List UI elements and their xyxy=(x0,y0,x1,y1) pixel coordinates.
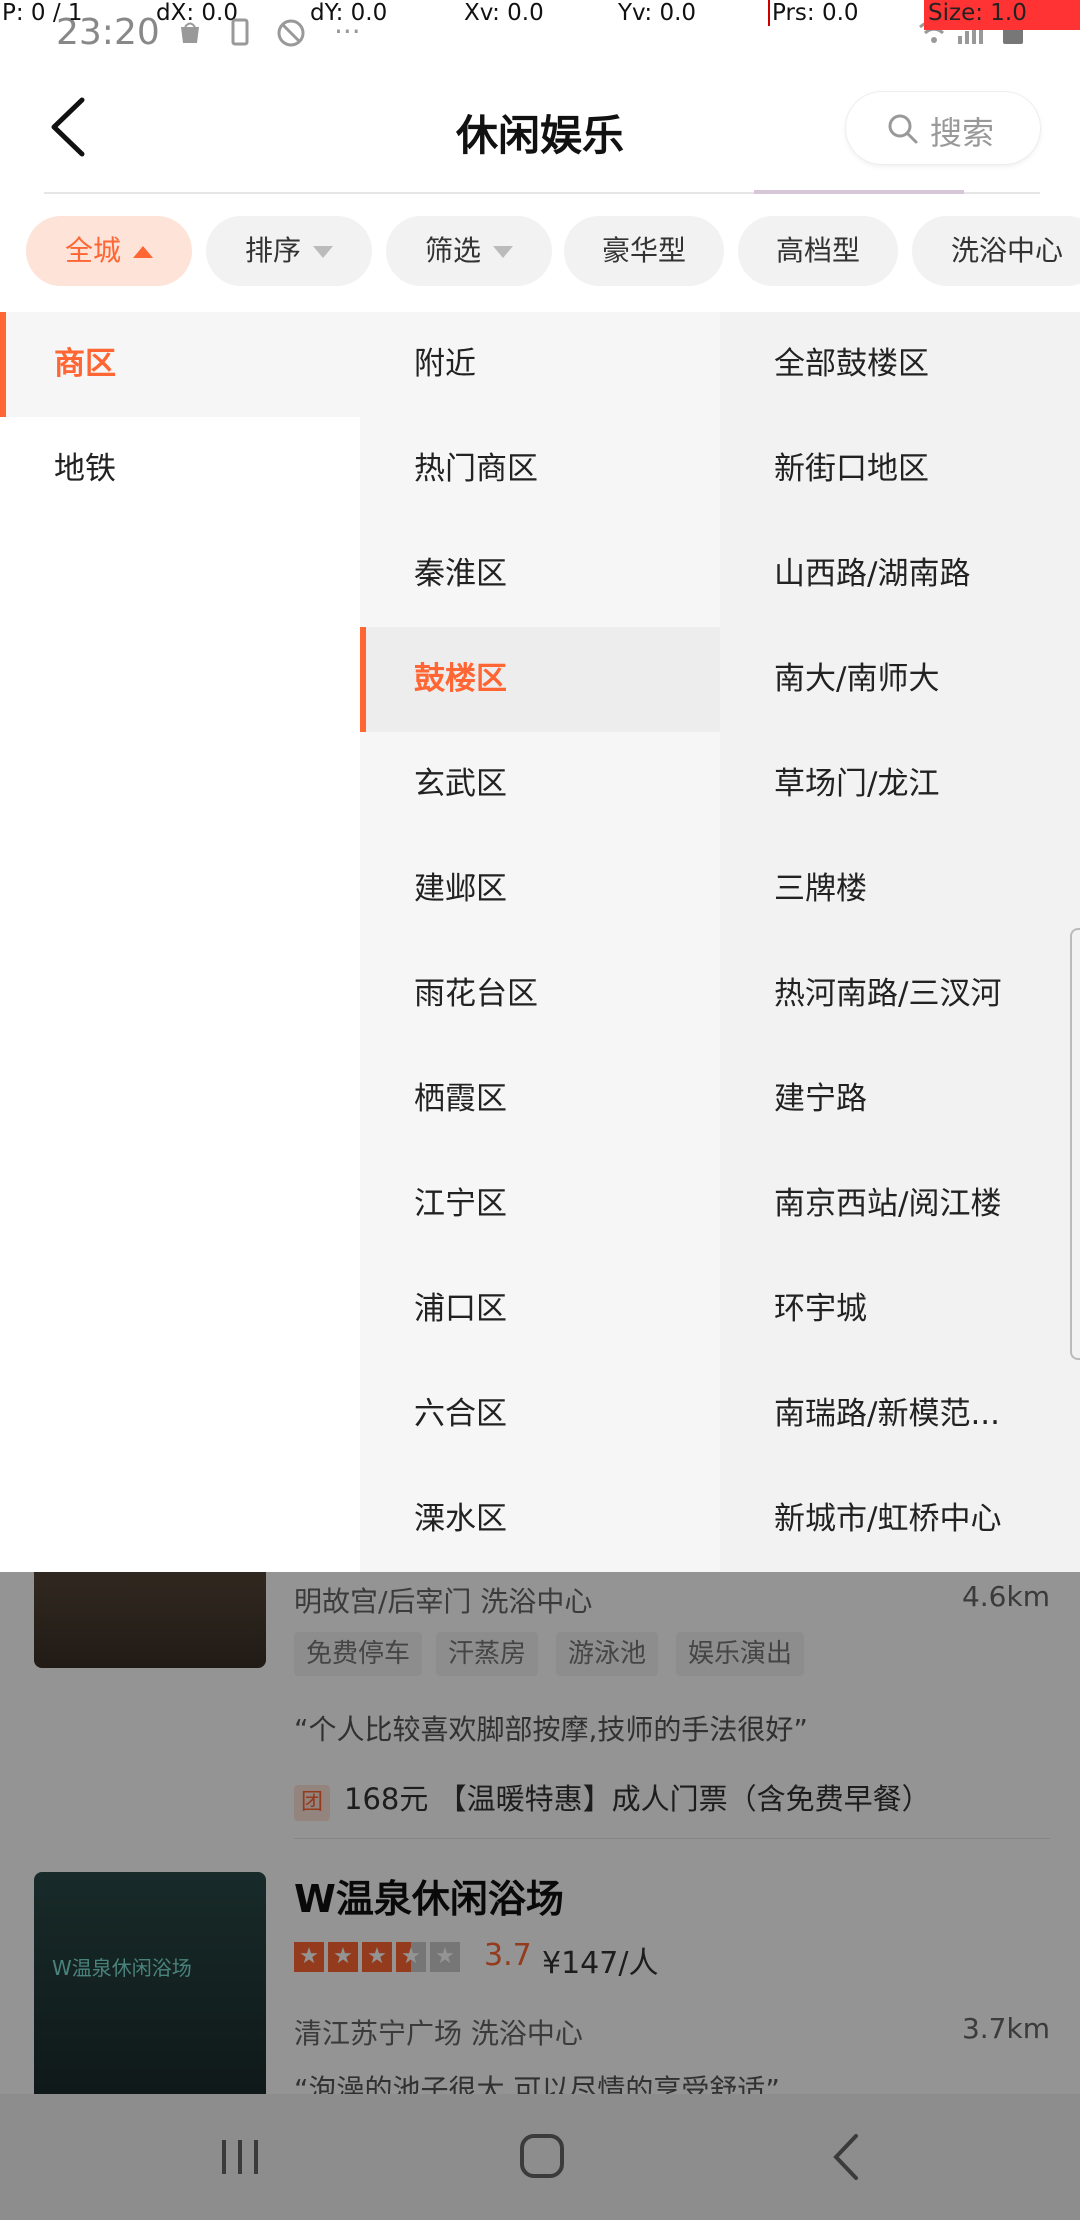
blocked-icon xyxy=(276,18,305,47)
district-item[interactable]: 附近 xyxy=(360,312,720,417)
selected-indicator xyxy=(360,627,366,732)
debug-pressure: Prs: 0.0 xyxy=(768,0,859,26)
caret-down-icon xyxy=(313,246,333,258)
item-label: 浦口区 xyxy=(414,1291,507,1327)
item-label: 南京西站/阅江楼 xyxy=(774,1186,1002,1222)
item-label: 建宁路 xyxy=(774,1081,867,1117)
status-bar: 23:20 P: 0 / 1 dX: 0.0 dY: 0.0 Xv: 0.0 Y… xyxy=(0,0,1080,60)
subarea-item[interactable]: 南大/南师大 xyxy=(720,627,1080,732)
subarea-item[interactable]: 三牌楼 xyxy=(720,837,1080,942)
caret-up-icon xyxy=(133,246,153,258)
area-type-column: 商区 地铁 xyxy=(0,312,360,1572)
item-label: 鼓楼区 xyxy=(414,661,507,697)
item-label: 热门商区 xyxy=(414,451,538,487)
district-item[interactable]: 浦口区 xyxy=(360,1257,720,1362)
subarea-item[interactable]: 山西路/湖南路 xyxy=(720,522,1080,627)
district-item[interactable]: 溧水区 xyxy=(360,1467,720,1572)
district-item[interactable]: 热门商区 xyxy=(360,417,720,522)
subarea-item[interactable]: 环宇城 xyxy=(720,1257,1080,1362)
subarea-item[interactable]: 热河南路/三汊河 xyxy=(720,942,1080,1047)
district-item[interactable]: 秦淮区 xyxy=(360,522,720,627)
subarea-item[interactable]: 南京西站/阅江楼 xyxy=(720,1152,1080,1257)
filter-chip-bath-center[interactable]: 洗浴中心 xyxy=(912,216,1080,286)
subarea-item[interactable]: 南瑞路/新模范... xyxy=(720,1362,1080,1467)
item-label: 草场门/龙江 xyxy=(774,766,940,802)
bucket-icon xyxy=(176,18,204,46)
debug-pointer: P: 0 / 1 xyxy=(2,0,83,26)
item-label: 玄武区 xyxy=(414,766,507,802)
item-label: 江宁区 xyxy=(414,1186,507,1222)
subarea-item[interactable]: 新街口地区 xyxy=(720,417,1080,522)
phone-icon xyxy=(226,18,254,46)
item-label: 栖霞区 xyxy=(414,1081,507,1117)
area-type-item[interactable]: 商区 xyxy=(0,312,360,417)
filter-chip-label: 排序 xyxy=(244,234,301,267)
item-label: 商区 xyxy=(54,346,116,382)
header-banner-edge xyxy=(754,190,964,194)
district-item[interactable]: 六合区 xyxy=(360,1362,720,1467)
filter-chip-label: 筛选 xyxy=(424,234,481,267)
debug-xv: Xv: 0.0 xyxy=(464,0,544,26)
subarea-item[interactable]: 全部鼓楼区 xyxy=(720,312,1080,417)
more-notifications-icon: ··· xyxy=(334,15,361,48)
nav-scrim xyxy=(0,2094,1080,2220)
filter-chip-sort[interactable]: 排序 xyxy=(206,216,372,286)
item-label: 热河南路/三汊河 xyxy=(774,976,1002,1012)
item-label: 山西路/湖南路 xyxy=(774,556,971,592)
subarea-item[interactable]: 建宁路 xyxy=(720,1047,1080,1152)
edge-panel-handle[interactable] xyxy=(1070,928,1080,1360)
filter-chip-label: 全城 xyxy=(64,234,121,267)
top-app-bar: 休闲娱乐 搜索 xyxy=(0,60,1080,190)
filter-chip-city[interactable]: 全城 xyxy=(26,216,192,286)
item-label: 南大/南师大 xyxy=(774,661,940,697)
item-label: 新街口地区 xyxy=(774,451,929,487)
filter-bar: 全城 排序 筛选 豪华型 高档型 洗浴中心 xyxy=(0,212,1080,290)
search-label: 搜索 xyxy=(930,114,995,152)
filter-chip-label: 洗浴中心 xyxy=(950,234,1063,267)
district-item[interactable]: 鼓楼区 xyxy=(360,627,720,732)
district-column: 附近热门商区秦淮区鼓楼区玄武区建邺区雨花台区栖霞区江宁区浦口区六合区溧水区 xyxy=(360,312,720,1572)
filter-chip-upscale[interactable]: 高档型 xyxy=(738,216,898,286)
area-dropdown-panel: 商区 地铁 附近热门商区秦淮区鼓楼区玄武区建邺区雨花台区栖霞区江宁区浦口区六合区… xyxy=(0,312,1080,1572)
item-label: 溧水区 xyxy=(414,1501,507,1537)
item-label: 新城市/虹桥中心 xyxy=(774,1501,1002,1537)
item-label: 环宇城 xyxy=(774,1291,867,1327)
subarea-item[interactable]: 草场门/龙江 xyxy=(720,732,1080,837)
filter-chip-label: 豪华型 xyxy=(601,234,686,267)
item-label: 附近 xyxy=(414,346,476,382)
item-label: 雨花台区 xyxy=(414,976,538,1012)
filter-chip-label: 高档型 xyxy=(775,234,860,267)
item-label: 南瑞路/新模范... xyxy=(774,1396,1001,1432)
system-navigation-bar xyxy=(0,2094,1080,2220)
item-label: 地铁 xyxy=(54,451,116,487)
item-label: 三牌楼 xyxy=(774,871,867,907)
item-label: 秦淮区 xyxy=(414,556,507,592)
search-icon xyxy=(888,114,918,144)
district-item[interactable]: 江宁区 xyxy=(360,1152,720,1257)
area-type-item[interactable]: 地铁 xyxy=(0,417,360,522)
district-item[interactable]: 雨花台区 xyxy=(360,942,720,1047)
debug-size: Size: 1.0 xyxy=(924,0,1080,30)
district-item[interactable]: 栖霞区 xyxy=(360,1047,720,1152)
district-item[interactable]: 建邺区 xyxy=(360,837,720,942)
item-label: 六合区 xyxy=(414,1396,507,1432)
item-label: 全部鼓楼区 xyxy=(774,346,929,382)
district-item[interactable]: 玄武区 xyxy=(360,732,720,837)
caret-down-icon xyxy=(493,246,513,258)
debug-yv: Yv: 0.0 xyxy=(618,0,697,26)
filter-chip-filter[interactable]: 筛选 xyxy=(386,216,552,286)
selected-indicator xyxy=(0,312,6,417)
filter-chip-luxury[interactable]: 豪华型 xyxy=(564,216,724,286)
subarea-item[interactable]: 新城市/虹桥中心 xyxy=(720,1467,1080,1572)
subarea-column: 全部鼓楼区新街口地区山西路/湖南路 南大/南师大 草场门/龙江 三牌楼热河南路/三汊河… xyxy=(720,312,1080,1572)
search-button[interactable]: 搜索 xyxy=(846,92,1040,164)
item-label: 建邺区 xyxy=(414,871,507,907)
